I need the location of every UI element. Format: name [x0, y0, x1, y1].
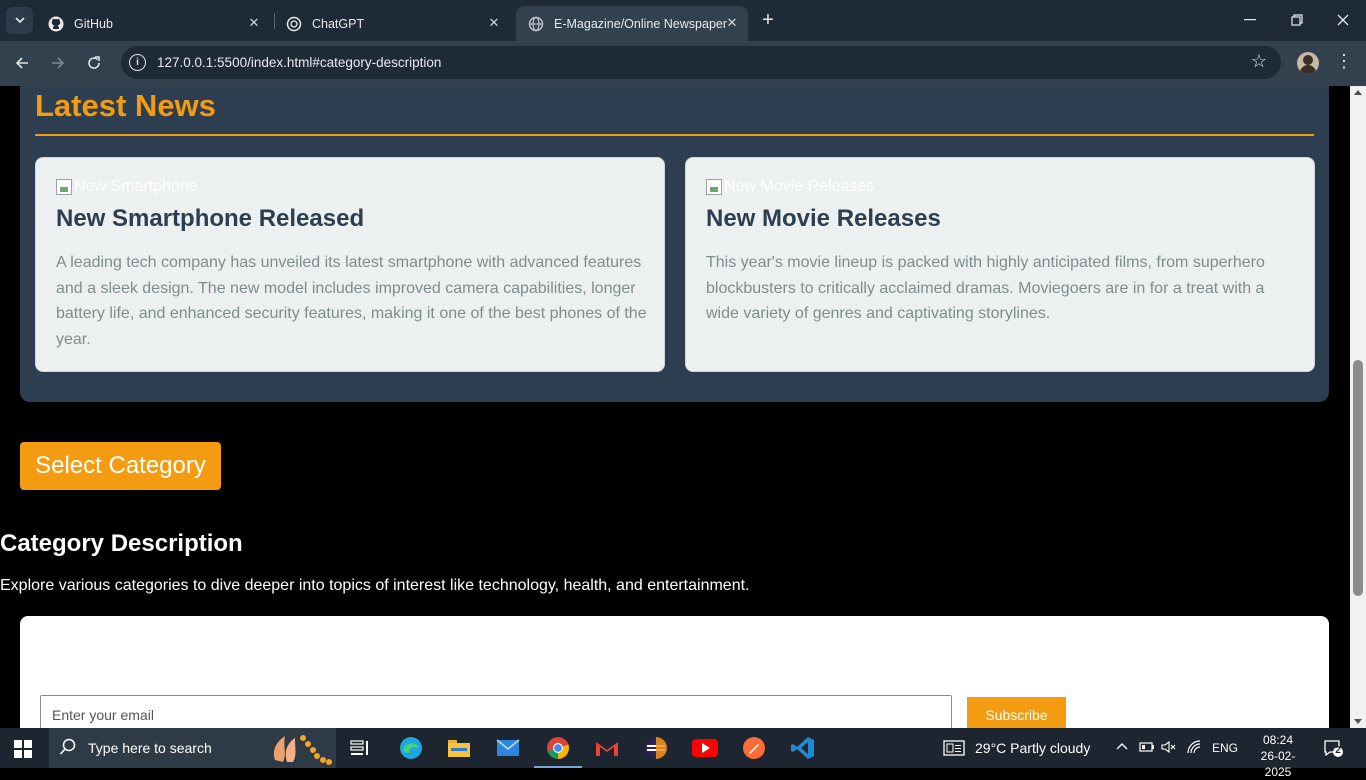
gmail-icon[interactable] [593, 734, 621, 762]
latest-news-heading: Latest News [35, 88, 216, 123]
github-icon [48, 16, 64, 32]
scroll-up-icon[interactable] [1354, 90, 1362, 95]
close-tab-icon[interactable]: ✕ [246, 15, 262, 31]
clock-time: 08:24 [1262, 733, 1294, 747]
edge-icon[interactable] [397, 734, 425, 762]
forward-arrow-icon[interactable] [47, 52, 69, 74]
search-placeholder: Type here to search [88, 740, 212, 756]
language-indicator[interactable]: ENG [1212, 741, 1238, 755]
scroll-down-icon[interactable] [1354, 719, 1362, 724]
broken-image-icon [706, 179, 722, 195]
broken-image: New Smartphone [56, 178, 198, 196]
profile-avatar[interactable] [1297, 52, 1319, 74]
globe-icon [528, 16, 544, 32]
postman-icon[interactable] [740, 734, 768, 762]
page-scrollbar[interactable] [1350, 86, 1366, 728]
url-text[interactable]: 127.0.0.1:5500/index.html#category-descr… [157, 55, 441, 70]
news-card: New Smartphone New Smartphone Released A… [35, 157, 665, 372]
news-card: New Movie Releases New Movie Releases Th… [685, 157, 1315, 372]
notification-icon[interactable]: 2 [1323, 738, 1343, 758]
weather-icon[interactable] [943, 739, 965, 760]
news-card-body: A leading tech company has unveiled its … [56, 254, 647, 348]
email-input[interactable] [40, 695, 952, 728]
network-icon[interactable] [1187, 740, 1203, 757]
notification-count: 2 [1335, 745, 1341, 756]
back-arrow-icon[interactable] [11, 52, 33, 74]
close-tab-icon[interactable]: ✕ [486, 15, 502, 31]
weather-text[interactable]: 29°C Partly cloudy [975, 740, 1090, 756]
site-info-icon[interactable]: i [129, 54, 146, 71]
broken-image-icon [56, 179, 72, 195]
chevron-down-icon [14, 17, 25, 24]
category-description-text: Explore various categories to dive deepe… [0, 577, 750, 594]
minimize-icon[interactable] [1240, 10, 1260, 30]
page-viewport: Latest News New Smartphone New Smartphon… [0, 86, 1350, 728]
latest-news-section: Latest News New Smartphone New Smartphon… [20, 86, 1329, 402]
vscode-icon[interactable] [789, 734, 817, 762]
more-menu-icon[interactable]: ⋮ [1335, 51, 1353, 75]
category-description-heading: Category Description [0, 530, 243, 557]
tab-title: ChatGPT [312, 16, 365, 31]
heading-underline [35, 134, 1314, 136]
chatgpt-icon [286, 16, 302, 32]
select-category-button[interactable]: Select Category [20, 442, 221, 490]
close-tab-icon[interactable]: ✕ [724, 15, 740, 31]
battery-icon[interactable] [1139, 740, 1155, 757]
reload-icon[interactable] [83, 52, 105, 74]
windows-taskbar: Type here to search 29°C Partly cloudy E… [0, 728, 1366, 779]
browser-tab-strip: GitHub ✕ ChatGPT ✕ E-Magazine/Online New… [0, 0, 1366, 41]
browser-toolbar: i 127.0.0.1:5500/index.html#category-des… [0, 41, 1366, 86]
tab-title: E-Magazine/Online Newspaper [554, 16, 728, 31]
scrollbar-thumb[interactable] [1353, 360, 1363, 596]
tab-github[interactable]: GitHub ✕ [36, 6, 270, 41]
image-alt-text: New Smartphone [74, 178, 198, 195]
address-bar[interactable]: i 127.0.0.1:5500/index.html#category-des… [121, 46, 1281, 79]
chevron-up-icon[interactable] [1115, 738, 1129, 757]
news-card-body: This year's movie lineup is packed with … [706, 254, 1265, 322]
taskbar-clock[interactable]: 08:24 26-02-2025 [1248, 732, 1308, 780]
windows-start-icon[interactable] [14, 740, 32, 758]
news-card-title: New Smartphone Released [56, 205, 365, 232]
mail-icon[interactable] [494, 734, 522, 762]
tab-search-button[interactable] [6, 7, 33, 34]
image-alt-text: New Movie Releases [724, 178, 875, 195]
tab-title: GitHub [74, 16, 113, 31]
subscribe-button[interactable]: Subscribe [967, 697, 1066, 728]
close-window-icon[interactable] [1333, 10, 1353, 30]
eclipse-icon[interactable] [642, 734, 670, 762]
bookmark-star-icon[interactable]: ☆ [1251, 51, 1267, 72]
youtube-icon[interactable] [691, 734, 719, 762]
clock-date: 26-02-2025 [1260, 749, 1296, 779]
broken-image: New Movie Releases [706, 178, 874, 196]
restore-icon[interactable] [1287, 10, 1307, 30]
taskbar-search[interactable]: Type here to search [49, 728, 336, 768]
tab-chatgpt[interactable]: ChatGPT ✕ [274, 6, 510, 41]
tab-emagazine[interactable]: E-Magazine/Online Newspaper ✕ [516, 6, 748, 41]
search-icon [59, 738, 77, 761]
newsletter-box: Subscribe [20, 616, 1329, 728]
volume-muted-icon[interactable] [1161, 740, 1177, 757]
task-view-icon[interactable] [346, 734, 374, 762]
file-explorer-icon[interactable] [445, 734, 473, 762]
new-tab-icon[interactable]: + [758, 10, 778, 30]
chrome-icon[interactable] [544, 734, 572, 762]
news-card-title: New Movie Releases [706, 205, 941, 232]
search-highlight-decoration-icon [273, 735, 332, 765]
